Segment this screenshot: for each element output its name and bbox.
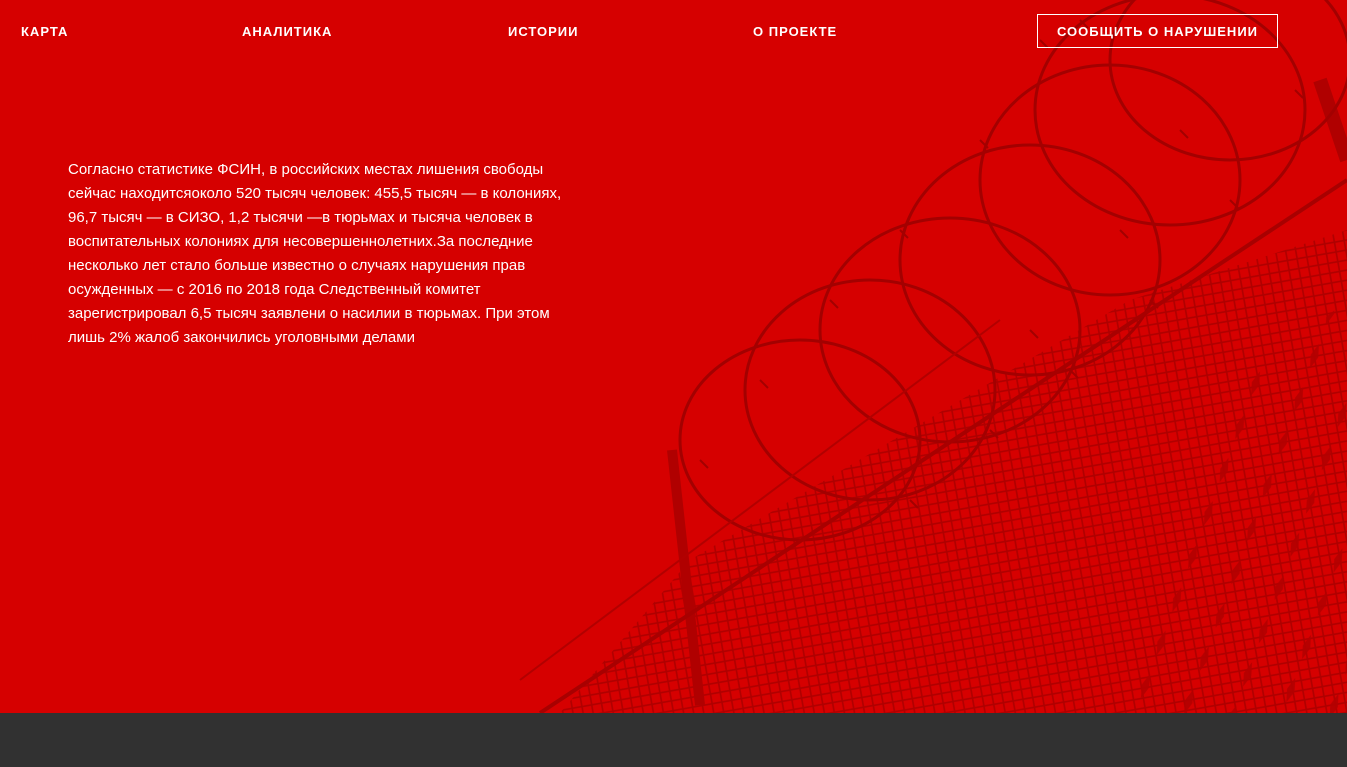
nav-link-stories[interactable]: ИСТОРИИ <box>508 24 579 39</box>
barbed-wire-background-image <box>519 0 1347 713</box>
main-nav: КАРТА АНАЛИТИКА ИСТОРИИ О ПРОЕКТЕ СООБЩИ… <box>0 0 1347 64</box>
nav-link-map[interactable]: КАРТА <box>21 24 68 39</box>
footer <box>0 713 1347 767</box>
report-violation-button-label: СООБЩИТЬ О НАРУШЕНИИ <box>1056 23 1259 39</box>
hero-section: КАРТА АНАЛИТИКА ИСТОРИИ О ПРОЕКТЕ СООБЩИ… <box>0 0 1347 713</box>
nav-link-analytics[interactable]: АНАЛИТИКА <box>242 24 332 39</box>
nav-link-about[interactable]: О ПРОЕКТЕ <box>753 24 837 39</box>
report-violation-button[interactable]: СООБЩИТЬ О НАРУШЕНИИ <box>1037 14 1278 48</box>
intro-text: Согласно статистике ФСИН, в российских м… <box>68 161 562 346</box>
